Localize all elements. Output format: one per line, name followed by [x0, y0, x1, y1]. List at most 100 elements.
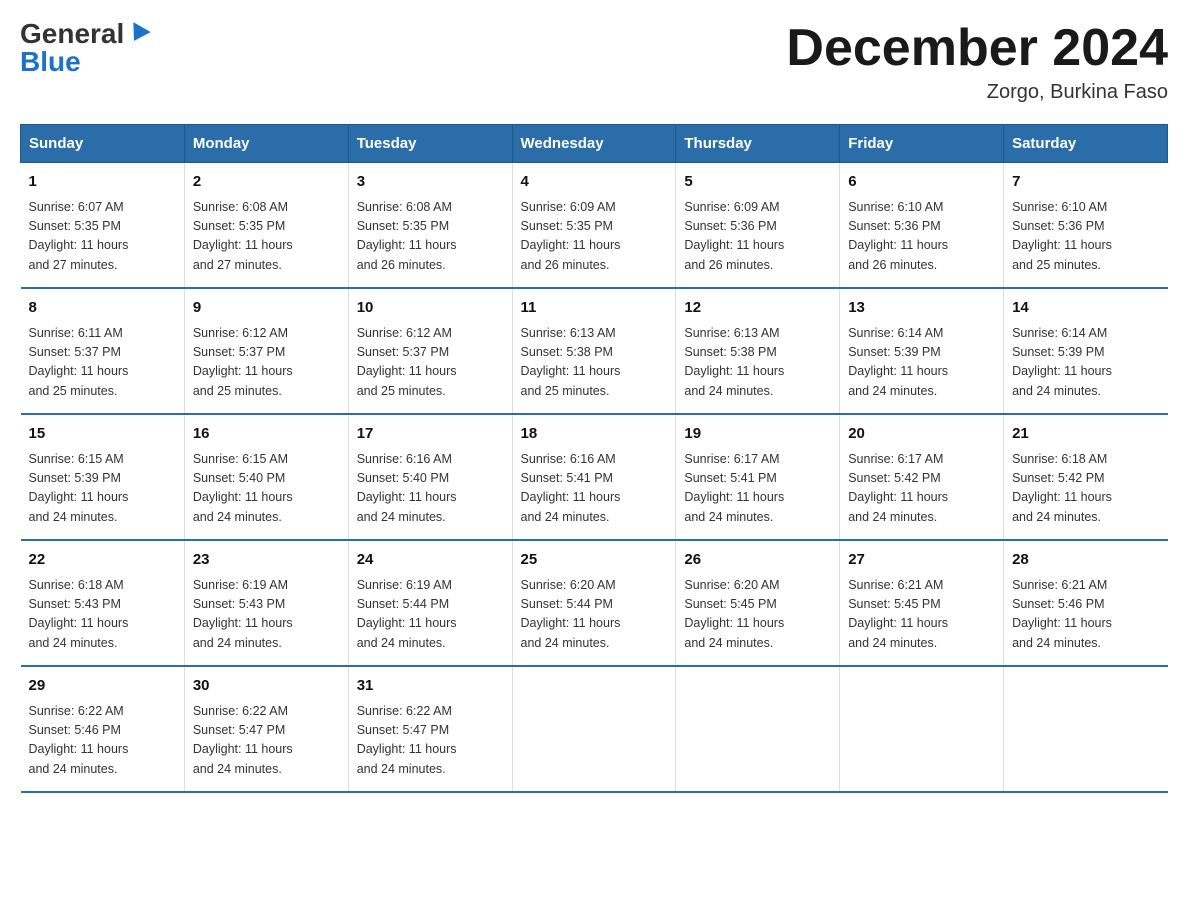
calendar-body: 1 Sunrise: 6:07 AMSunset: 5:35 PMDayligh… [21, 163, 1168, 793]
day-number: 17 [357, 423, 504, 446]
day-number: 19 [684, 423, 831, 446]
day-info: Sunrise: 6:22 AMSunset: 5:46 PMDaylight:… [29, 704, 129, 776]
day-info: Sunrise: 6:15 AMSunset: 5:40 PMDaylight:… [193, 452, 293, 524]
calendar-day: 31 Sunrise: 6:22 AMSunset: 5:47 PMDaylig… [348, 666, 512, 792]
day-number: 24 [357, 549, 504, 572]
calendar-week-3: 15 Sunrise: 6:15 AMSunset: 5:39 PMDaylig… [21, 414, 1168, 540]
calendar-day: 3 Sunrise: 6:08 AMSunset: 5:35 PMDayligh… [348, 163, 512, 289]
calendar-week-5: 29 Sunrise: 6:22 AMSunset: 5:46 PMDaylig… [21, 666, 1168, 792]
day-info: Sunrise: 6:19 AMSunset: 5:43 PMDaylight:… [193, 578, 293, 650]
col-monday: Monday [184, 125, 348, 163]
col-thursday: Thursday [676, 125, 840, 163]
day-number: 2 [193, 171, 340, 194]
calendar-day: 11 Sunrise: 6:13 AMSunset: 5:38 PMDaylig… [512, 288, 676, 414]
day-info: Sunrise: 6:21 AMSunset: 5:46 PMDaylight:… [1012, 578, 1112, 650]
day-number: 30 [193, 675, 340, 698]
day-info: Sunrise: 6:16 AMSunset: 5:40 PMDaylight:… [357, 452, 457, 524]
day-info: Sunrise: 6:17 AMSunset: 5:42 PMDaylight:… [848, 452, 948, 524]
calendar-day: 25 Sunrise: 6:20 AMSunset: 5:44 PMDaylig… [512, 540, 676, 666]
day-number: 9 [193, 297, 340, 320]
calendar-day: 18 Sunrise: 6:16 AMSunset: 5:41 PMDaylig… [512, 414, 676, 540]
day-number: 7 [1012, 171, 1159, 194]
title-section: December 2024 Zorgo, Burkina Faso [786, 20, 1168, 104]
day-info: Sunrise: 6:13 AMSunset: 5:38 PMDaylight:… [684, 326, 784, 398]
day-number: 23 [193, 549, 340, 572]
day-info: Sunrise: 6:10 AMSunset: 5:36 PMDaylight:… [1012, 200, 1112, 272]
calendar-day: 1 Sunrise: 6:07 AMSunset: 5:35 PMDayligh… [21, 163, 185, 289]
calendar-day: 24 Sunrise: 6:19 AMSunset: 5:44 PMDaylig… [348, 540, 512, 666]
calendar-day: 16 Sunrise: 6:15 AMSunset: 5:40 PMDaylig… [184, 414, 348, 540]
col-friday: Friday [840, 125, 1004, 163]
calendar-day [512, 666, 676, 792]
day-info: Sunrise: 6:19 AMSunset: 5:44 PMDaylight:… [357, 578, 457, 650]
col-saturday: Saturday [1004, 125, 1168, 163]
day-info: Sunrise: 6:10 AMSunset: 5:36 PMDaylight:… [848, 200, 948, 272]
day-number: 1 [29, 171, 176, 194]
logo-blue-text: Blue [20, 48, 81, 76]
logo: General Blue [20, 20, 148, 76]
day-info: Sunrise: 6:18 AMSunset: 5:42 PMDaylight:… [1012, 452, 1112, 524]
month-title: December 2024 [786, 20, 1168, 77]
calendar-day [676, 666, 840, 792]
day-info: Sunrise: 6:12 AMSunset: 5:37 PMDaylight:… [357, 326, 457, 398]
calendar-week-1: 1 Sunrise: 6:07 AMSunset: 5:35 PMDayligh… [21, 163, 1168, 289]
calendar-day: 10 Sunrise: 6:12 AMSunset: 5:37 PMDaylig… [348, 288, 512, 414]
day-info: Sunrise: 6:09 AMSunset: 5:35 PMDaylight:… [521, 200, 621, 272]
day-info: Sunrise: 6:20 AMSunset: 5:44 PMDaylight:… [521, 578, 621, 650]
day-number: 25 [521, 549, 668, 572]
col-tuesday: Tuesday [348, 125, 512, 163]
day-number: 22 [29, 549, 176, 572]
calendar-day: 19 Sunrise: 6:17 AMSunset: 5:41 PMDaylig… [676, 414, 840, 540]
calendar-day: 12 Sunrise: 6:13 AMSunset: 5:38 PMDaylig… [676, 288, 840, 414]
calendar-day: 28 Sunrise: 6:21 AMSunset: 5:46 PMDaylig… [1004, 540, 1168, 666]
day-info: Sunrise: 6:12 AMSunset: 5:37 PMDaylight:… [193, 326, 293, 398]
day-info: Sunrise: 6:08 AMSunset: 5:35 PMDaylight:… [357, 200, 457, 272]
day-number: 29 [29, 675, 176, 698]
day-info: Sunrise: 6:18 AMSunset: 5:43 PMDaylight:… [29, 578, 129, 650]
calendar-day: 4 Sunrise: 6:09 AMSunset: 5:35 PMDayligh… [512, 163, 676, 289]
day-number: 27 [848, 549, 995, 572]
day-number: 28 [1012, 549, 1159, 572]
day-info: Sunrise: 6:20 AMSunset: 5:45 PMDaylight:… [684, 578, 784, 650]
header-row: Sunday Monday Tuesday Wednesday Thursday… [21, 125, 1168, 163]
location-subtitle: Zorgo, Burkina Faso [786, 81, 1168, 104]
calendar-day: 15 Sunrise: 6:15 AMSunset: 5:39 PMDaylig… [21, 414, 185, 540]
calendar-week-2: 8 Sunrise: 6:11 AMSunset: 5:37 PMDayligh… [21, 288, 1168, 414]
calendar-day: 17 Sunrise: 6:16 AMSunset: 5:40 PMDaylig… [348, 414, 512, 540]
day-info: Sunrise: 6:11 AMSunset: 5:37 PMDaylight:… [29, 326, 129, 398]
calendar-table: Sunday Monday Tuesday Wednesday Thursday… [20, 124, 1168, 793]
calendar-day: 30 Sunrise: 6:22 AMSunset: 5:47 PMDaylig… [184, 666, 348, 792]
logo-general-text: General [20, 20, 124, 48]
calendar-day: 20 Sunrise: 6:17 AMSunset: 5:42 PMDaylig… [840, 414, 1004, 540]
day-number: 8 [29, 297, 176, 320]
calendar-day [840, 666, 1004, 792]
calendar-day [1004, 666, 1168, 792]
day-info: Sunrise: 6:07 AMSunset: 5:35 PMDaylight:… [29, 200, 129, 272]
calendar-day: 29 Sunrise: 6:22 AMSunset: 5:46 PMDaylig… [21, 666, 185, 792]
day-info: Sunrise: 6:22 AMSunset: 5:47 PMDaylight:… [357, 704, 457, 776]
day-number: 11 [521, 297, 668, 320]
calendar-day: 5 Sunrise: 6:09 AMSunset: 5:36 PMDayligh… [676, 163, 840, 289]
calendar-week-4: 22 Sunrise: 6:18 AMSunset: 5:43 PMDaylig… [21, 540, 1168, 666]
calendar-day: 21 Sunrise: 6:18 AMSunset: 5:42 PMDaylig… [1004, 414, 1168, 540]
page-header: General Blue December 2024 Zorgo, Burkin… [20, 20, 1168, 104]
day-number: 5 [684, 171, 831, 194]
calendar-header: Sunday Monday Tuesday Wednesday Thursday… [21, 125, 1168, 163]
day-number: 20 [848, 423, 995, 446]
day-number: 6 [848, 171, 995, 194]
day-number: 10 [357, 297, 504, 320]
day-number: 14 [1012, 297, 1159, 320]
day-info: Sunrise: 6:09 AMSunset: 5:36 PMDaylight:… [684, 200, 784, 272]
calendar-day: 26 Sunrise: 6:20 AMSunset: 5:45 PMDaylig… [676, 540, 840, 666]
day-info: Sunrise: 6:08 AMSunset: 5:35 PMDaylight:… [193, 200, 293, 272]
day-number: 18 [521, 423, 668, 446]
day-number: 4 [521, 171, 668, 194]
calendar-day: 22 Sunrise: 6:18 AMSunset: 5:43 PMDaylig… [21, 540, 185, 666]
col-sunday: Sunday [21, 125, 185, 163]
day-info: Sunrise: 6:14 AMSunset: 5:39 PMDaylight:… [1012, 326, 1112, 398]
calendar-day: 2 Sunrise: 6:08 AMSunset: 5:35 PMDayligh… [184, 163, 348, 289]
day-info: Sunrise: 6:21 AMSunset: 5:45 PMDaylight:… [848, 578, 948, 650]
logo-triangle-icon [126, 22, 151, 46]
day-info: Sunrise: 6:16 AMSunset: 5:41 PMDaylight:… [521, 452, 621, 524]
day-number: 26 [684, 549, 831, 572]
